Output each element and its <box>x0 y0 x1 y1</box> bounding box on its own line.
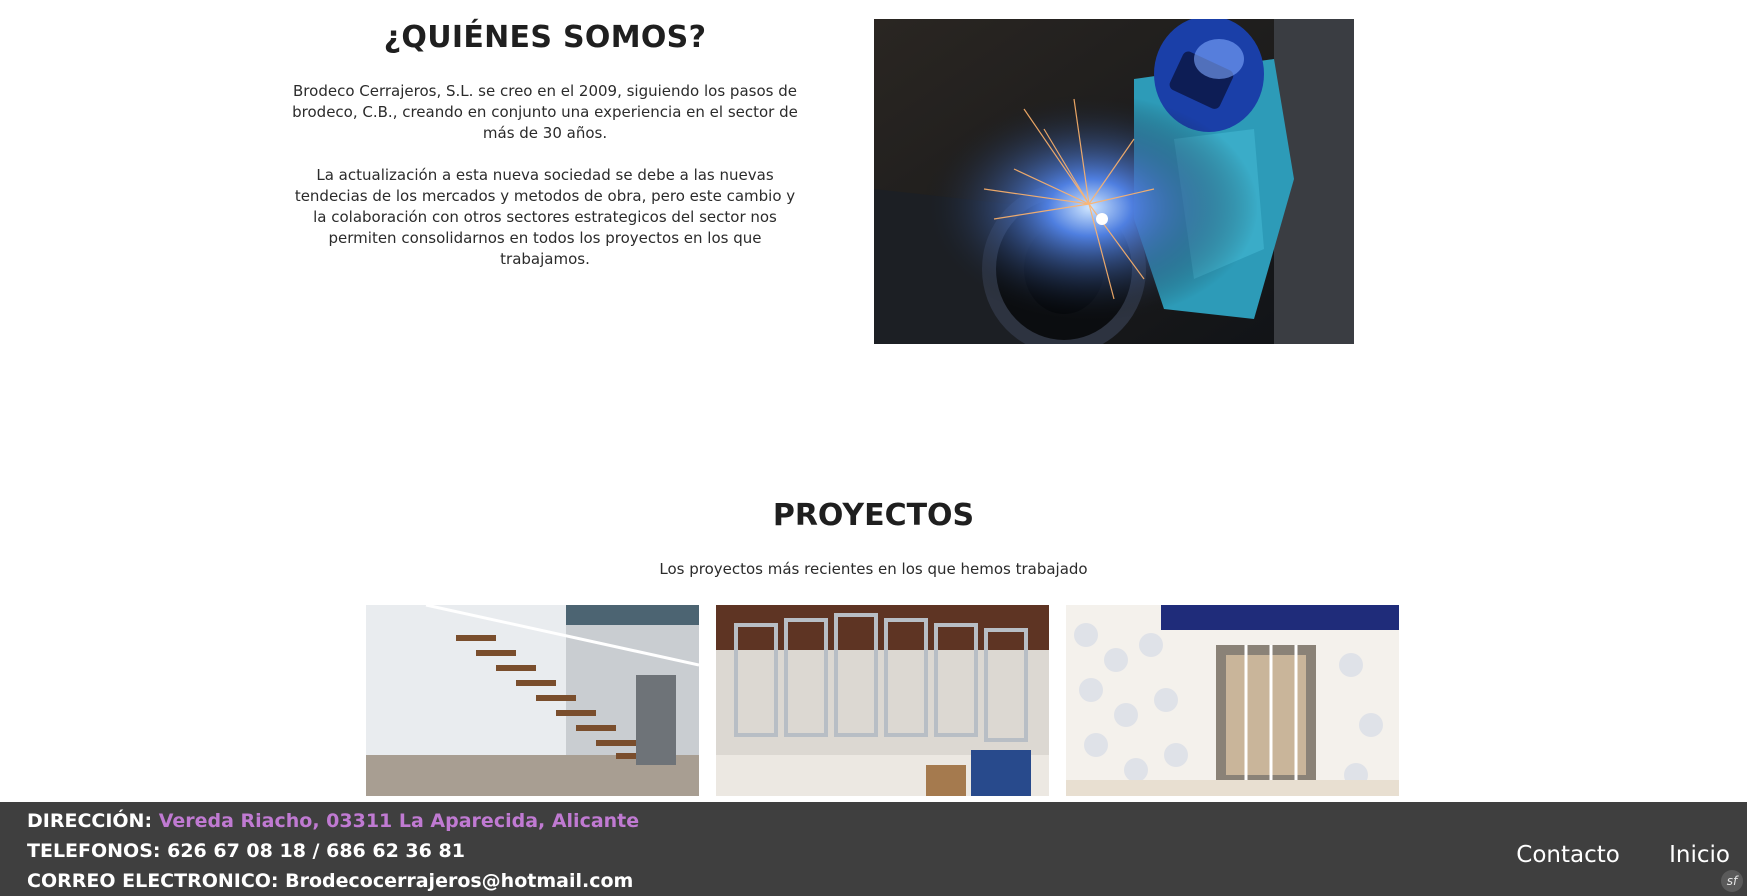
footer-email: CORREO ELECTRONICO: Brodecocerrajeros@ho… <box>27 870 634 892</box>
footer-address-line: DIRECCIÓN: Vereda Riacho, 03311 La Apare… <box>27 806 639 836</box>
project-stairs-image[interactable] <box>366 605 699 796</box>
footer-nav: Contacto Inicio <box>1474 842 1730 868</box>
welder-image <box>874 19 1354 344</box>
projects-subtitle: Los proyectos más recientes en los que h… <box>659 560 1088 578</box>
about-title: ¿QUIÉNES SOMOS? <box>383 20 707 55</box>
project-structure-image[interactable] <box>716 605 1049 796</box>
footer: DIRECCIÓN: Vereda Riacho, 03311 La Apare… <box>0 802 1747 896</box>
about-paragraph-2: La actualización a esta nueva sociedad s… <box>294 166 796 268</box>
about-paragraph-1: Brodeco Cerrajeros, S.L. se creo en el 2… <box>292 82 798 142</box>
footer-contact-info: DIRECCIÓN: Vereda Riacho, 03311 La Apare… <box>27 806 639 896</box>
project-facade-image[interactable] <box>1066 605 1399 796</box>
projects-title: PROYECTOS <box>772 498 975 533</box>
nav-contacto-link[interactable]: Contacto <box>1516 842 1620 868</box>
symfony-icon[interactable]: sf <box>1721 870 1743 892</box>
address-link[interactable]: Vereda Riacho, 03311 La Aparecida, Alica… <box>159 810 639 832</box>
about-text: Brodeco Cerrajeros, S.L. se creo en el 2… <box>292 81 798 270</box>
nav-inicio-link[interactable]: Inicio <box>1669 842 1730 868</box>
address-label: DIRECCIÓN: <box>27 810 153 832</box>
footer-phones: TELEFONOS: 626 67 08 18 / 686 62 36 81 <box>27 840 465 862</box>
